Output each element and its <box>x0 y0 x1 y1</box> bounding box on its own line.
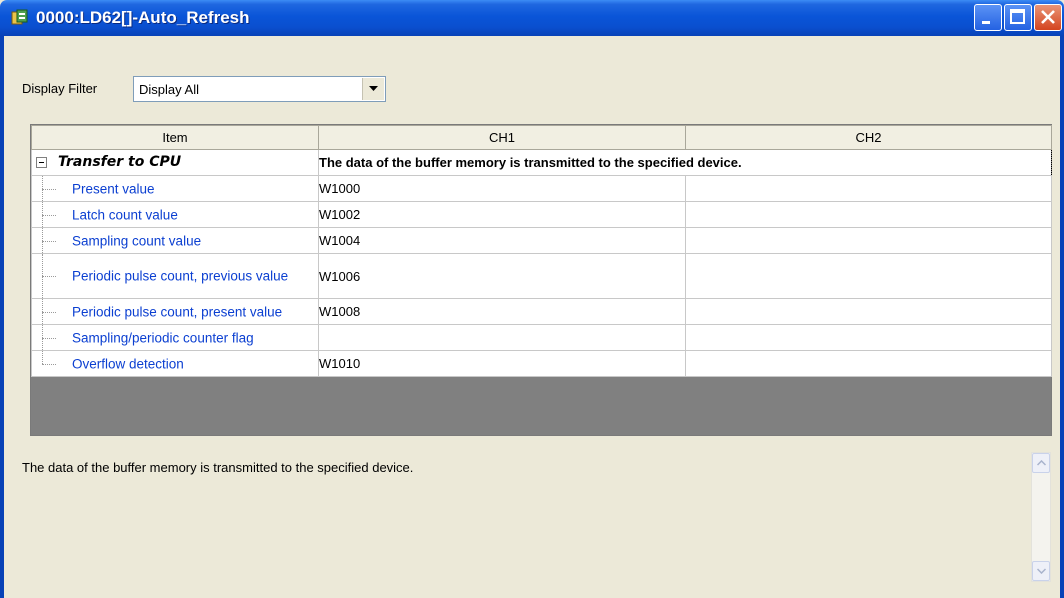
close-icon <box>1041 10 1055 24</box>
table-row: Present value W1000 <box>31 175 1052 202</box>
ch2-cell[interactable] <box>685 298 1052 325</box>
window-frame-right <box>1060 36 1064 598</box>
scroll-up-button[interactable] <box>1032 453 1050 473</box>
settings-table: Item CH1 CH2 Transfer to CPU The data of… <box>31 125 1052 377</box>
item-label: Periodic pulse count, present value <box>72 304 283 319</box>
table-row: Sampling count value W1004 <box>31 227 1052 254</box>
item-cell[interactable]: Present value <box>31 175 319 202</box>
close-button[interactable] <box>1034 4 1062 31</box>
column-header-ch1[interactable]: CH1 <box>318 125 686 150</box>
display-filter-label: Display Filter <box>22 81 98 96</box>
ch2-cell[interactable] <box>685 201 1052 228</box>
item-label: Sampling/periodic counter flag <box>72 330 254 345</box>
ch1-cell[interactable] <box>318 324 686 351</box>
collapse-minus-icon[interactable] <box>36 157 47 168</box>
item-label: Periodic pulse count, previous value <box>72 268 289 284</box>
table-row: Sampling/periodic counter flag <box>31 324 1052 351</box>
maximize-button[interactable] <box>1004 4 1032 31</box>
ch2-cell[interactable] <box>685 253 1052 299</box>
auto-refresh-grid: Item CH1 CH2 Transfer to CPU The data of… <box>30 124 1052 436</box>
ch2-cell[interactable] <box>685 227 1052 254</box>
item-cell[interactable]: Periodic pulse count, present value <box>31 298 319 325</box>
item-cell[interactable]: Periodic pulse count, previous value <box>31 253 319 299</box>
table-row: Latch count value W1002 <box>31 201 1052 228</box>
group-item-cell[interactable]: Transfer to CPU <box>31 149 319 176</box>
ch1-cell[interactable]: W1010 <box>318 350 686 377</box>
display-filter-value: Display All <box>139 82 199 97</box>
column-header-item[interactable]: Item <box>31 125 319 150</box>
ch1-cell[interactable]: W1004 <box>318 227 686 254</box>
auto-refresh-window: 0000:LD62[]-Auto_Refresh Display Filter … <box>0 0 1064 598</box>
description-text: The data of the buffer memory is transmi… <box>22 460 414 475</box>
item-label: Present value <box>72 181 155 196</box>
header-row: Item CH1 CH2 <box>31 125 1052 150</box>
description-scrollbar[interactable] <box>1031 452 1051 582</box>
minimize-icon <box>982 21 990 24</box>
item-cell[interactable]: Overflow detection <box>31 350 319 377</box>
ch2-cell[interactable] <box>685 175 1052 202</box>
group-description-cell[interactable]: The data of the buffer memory is transmi… <box>318 149 1052 176</box>
window-title: 0000:LD62[]-Auto_Refresh <box>36 8 250 27</box>
item-label: Overflow detection <box>72 356 184 371</box>
ch1-cell[interactable]: W1006 <box>318 253 686 299</box>
item-cell[interactable]: Sampling count value <box>31 227 319 254</box>
scroll-down-button[interactable] <box>1032 561 1050 581</box>
module-app-icon <box>11 9 29 27</box>
dropdown-arrow-button[interactable] <box>362 78 384 100</box>
item-label: Latch count value <box>72 207 178 222</box>
display-filter-dropdown[interactable]: Display All <box>133 76 386 102</box>
chevron-down-icon <box>369 86 378 91</box>
minimize-button[interactable] <box>974 4 1002 31</box>
maximize-icon <box>1010 9 1025 24</box>
ch1-cell[interactable]: W1002 <box>318 201 686 228</box>
item-cell[interactable]: Latch count value <box>31 201 319 228</box>
ch2-cell[interactable] <box>685 350 1052 377</box>
group-row: Transfer to CPU The data of the buffer m… <box>31 149 1052 176</box>
chevron-down-icon <box>1037 568 1046 574</box>
column-header-ch2[interactable]: CH2 <box>685 125 1052 150</box>
item-label: Sampling count value <box>72 233 202 248</box>
item-cell[interactable]: Sampling/periodic counter flag <box>31 324 319 351</box>
group-label: Transfer to CPU <box>58 154 182 170</box>
chevron-up-icon <box>1037 460 1046 466</box>
table-row: Periodic pulse count, present value W100… <box>31 298 1052 325</box>
table-row: Periodic pulse count, previous value W10… <box>31 253 1052 299</box>
title-bar[interactable]: 0000:LD62[]-Auto_Refresh <box>0 0 1064 36</box>
ch1-cell[interactable]: W1008 <box>318 298 686 325</box>
window-frame-left <box>0 36 4 598</box>
ch1-cell[interactable]: W1000 <box>318 175 686 202</box>
ch2-cell[interactable] <box>685 324 1052 351</box>
table-row: Overflow detection W1010 <box>31 350 1052 377</box>
